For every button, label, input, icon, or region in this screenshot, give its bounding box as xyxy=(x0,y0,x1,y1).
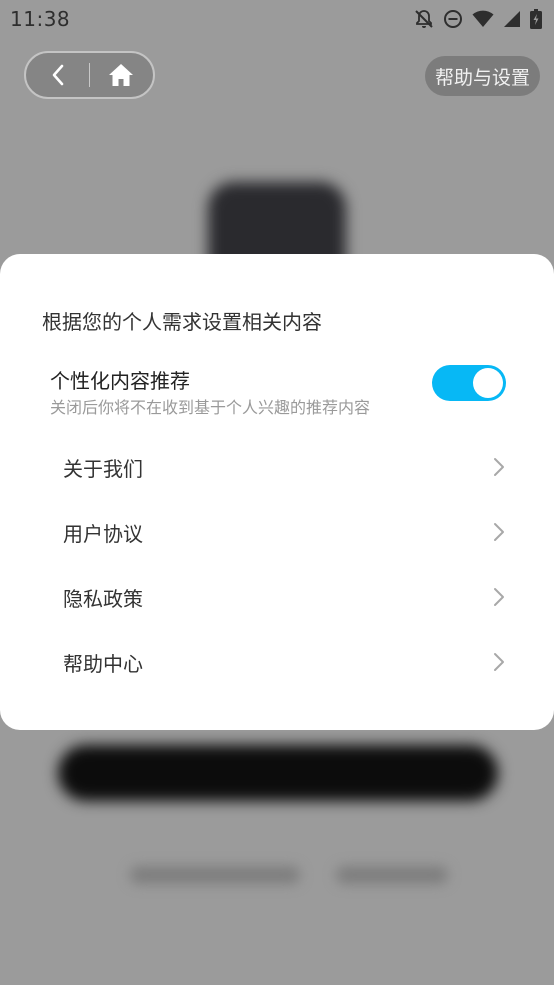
menu-item-label: 隐私政策 xyxy=(63,586,143,611)
back-button[interactable] xyxy=(26,53,89,97)
menu-item-help-center[interactable]: 帮助中心 xyxy=(63,637,505,687)
personalized-toggle[interactable] xyxy=(432,365,506,401)
personalized-recommendation-row: 个性化内容推荐 关闭后你将不在收到基于个人兴趣的推荐内容 xyxy=(50,365,510,417)
chevron-right-icon xyxy=(493,587,505,607)
toggle-knob xyxy=(473,368,503,398)
do-not-disturb-icon xyxy=(444,10,462,28)
home-icon xyxy=(109,64,134,86)
chevron-right-icon xyxy=(493,652,505,672)
status-bar: 11:38 xyxy=(0,0,554,38)
menu-item-user-agreement[interactable]: 用户协议 xyxy=(63,507,505,557)
personalized-description: 关闭后你将不在收到基于个人兴趣的推荐内容 xyxy=(50,398,371,417)
home-button[interactable] xyxy=(90,53,153,97)
wifi-icon xyxy=(472,10,494,27)
battery-icon xyxy=(530,9,542,29)
menu-item-label: 帮助中心 xyxy=(63,651,143,676)
settings-sheet: 根据您的个人需求设置相关内容 个性化内容推荐 关闭后你将不在收到基于个人兴趣的推… xyxy=(0,254,554,730)
chevron-right-icon xyxy=(493,457,505,477)
status-icons xyxy=(414,9,542,29)
login-button-blurred xyxy=(58,745,498,801)
agreement-text-blurred xyxy=(130,866,300,884)
menu-item-privacy-policy[interactable]: 隐私政策 xyxy=(63,572,505,622)
menu-item-label: 关于我们 xyxy=(63,456,143,481)
personalized-title: 个性化内容推荐 xyxy=(50,369,190,393)
signal-icon xyxy=(504,11,520,27)
agreement-link-blurred xyxy=(336,866,448,884)
screen: 11:38 帮助与设置 根据您的个人需求设置相关内容 个性化内容推荐 关闭后你将… xyxy=(0,0,554,985)
help-settings-button[interactable]: 帮助与设置 xyxy=(425,56,540,96)
nav-capsule xyxy=(24,51,155,99)
sheet-title: 根据您的个人需求设置相关内容 xyxy=(42,310,322,334)
chevron-right-icon xyxy=(493,522,505,542)
menu-item-about-us[interactable]: 关于我们 xyxy=(63,442,505,492)
chevron-left-icon xyxy=(52,64,63,86)
notifications-off-icon xyxy=(415,10,433,28)
menu-item-label: 用户协议 xyxy=(63,521,143,546)
status-time: 11:38 xyxy=(10,7,71,31)
